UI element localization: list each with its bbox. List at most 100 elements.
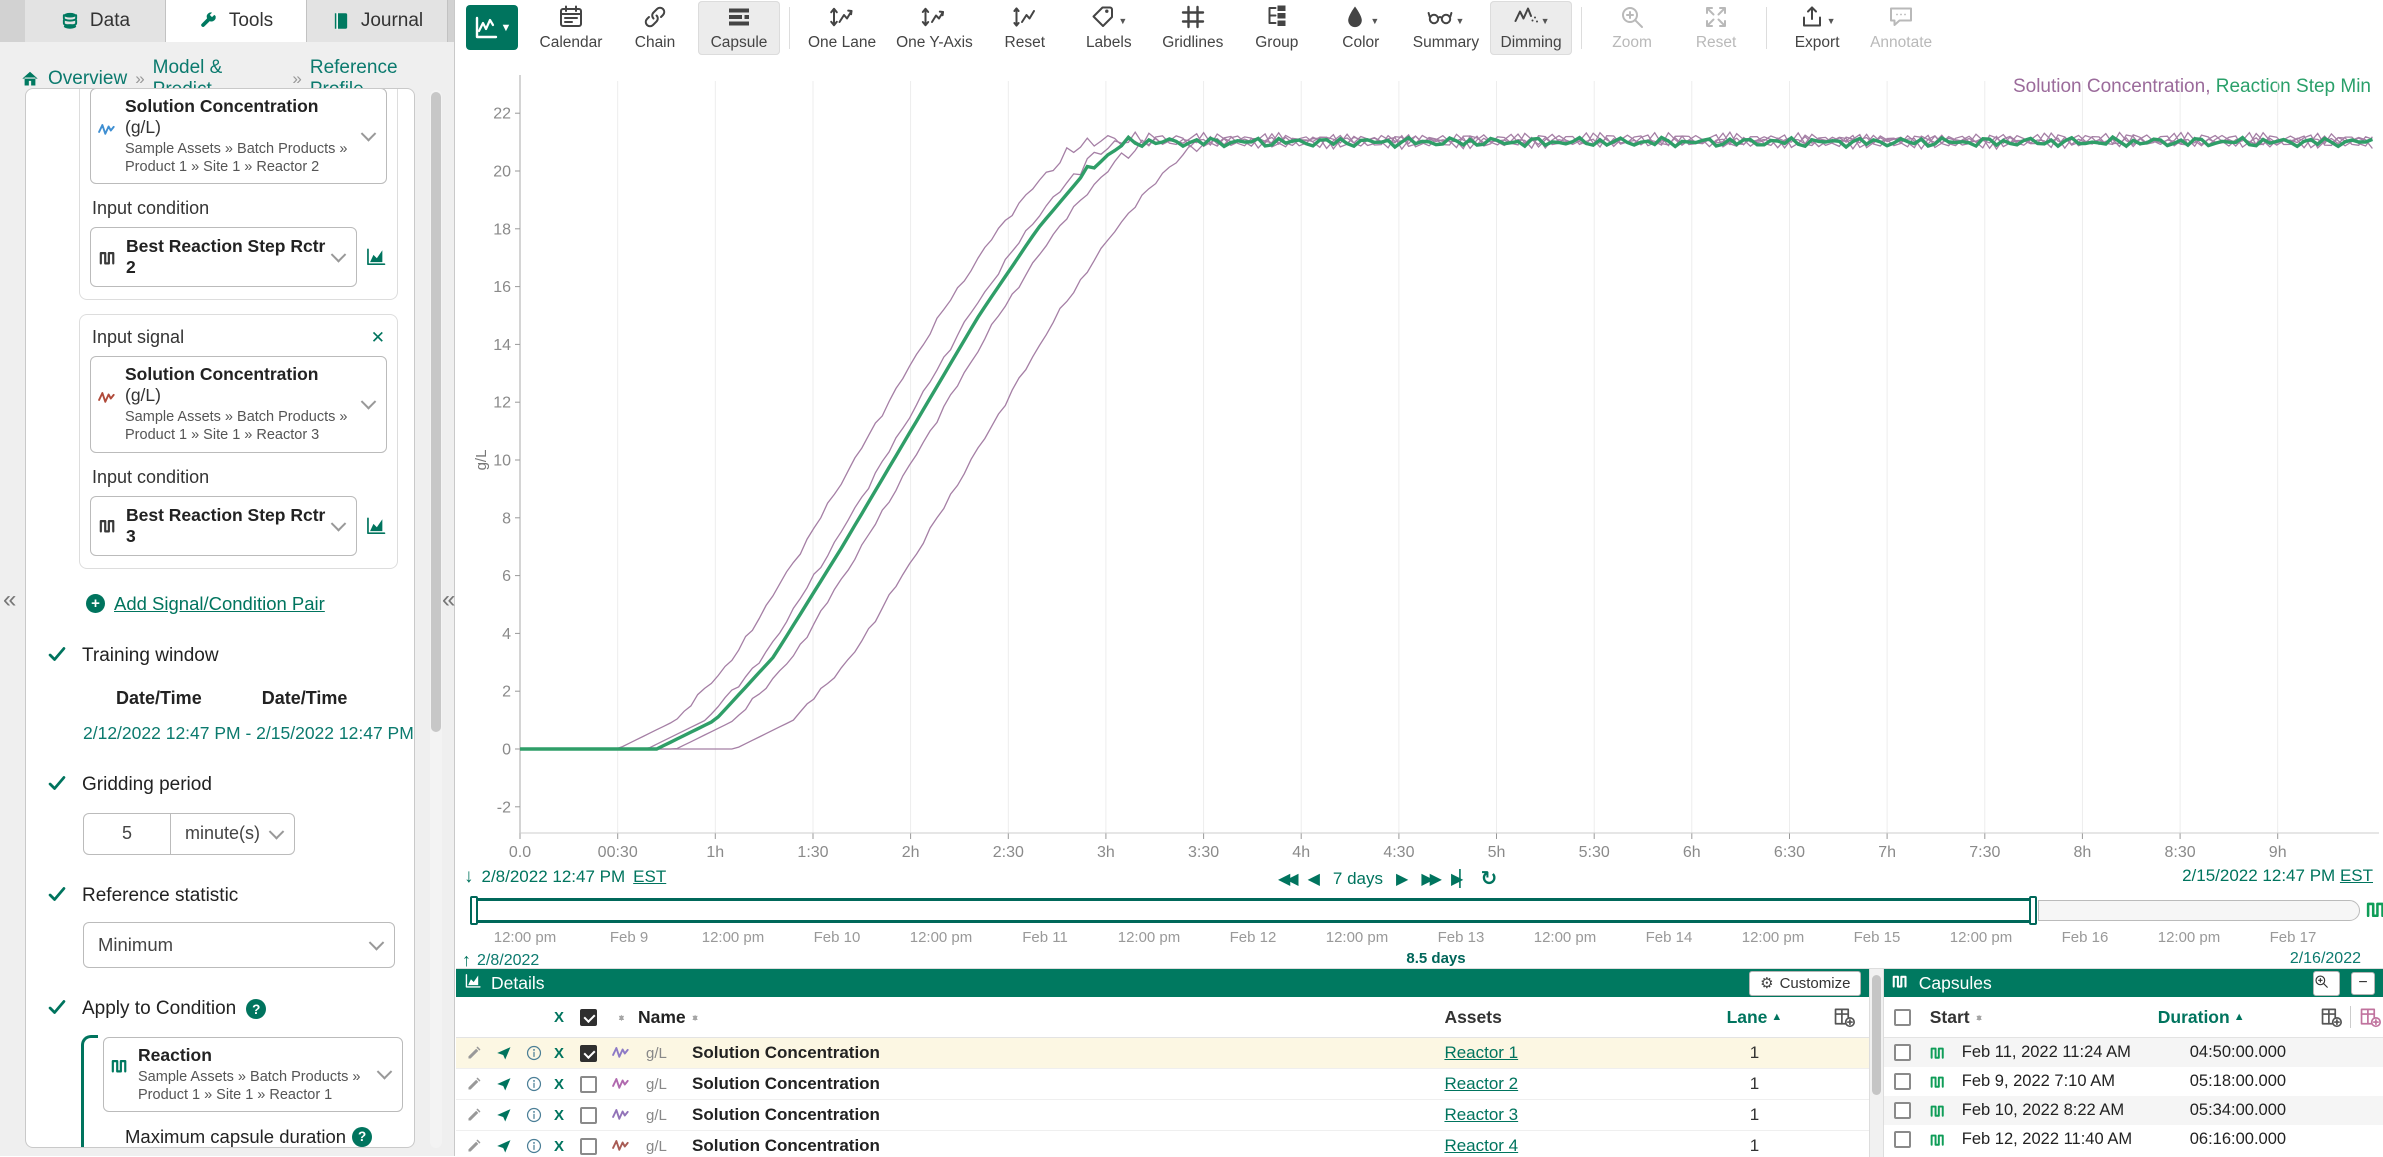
pin-signal-icon[interactable] <box>496 1107 512 1123</box>
trend-chart[interactable]: 0.000:301h1:302h2:303h3:304h4:305h5:306h… <box>456 55 2383 870</box>
gridding-period-value-input[interactable]: 5 <box>83 813 171 855</box>
view-condition-chart-button[interactable] <box>365 246 387 268</box>
timeline-remaining-range[interactable] <box>2038 900 2360 921</box>
toolbar-button-chain[interactable]: Chain <box>614 1 696 55</box>
edit-signal-icon[interactable] <box>466 1076 482 1092</box>
add-column-icon[interactable] <box>1809 1006 1869 1028</box>
add-signal-condition-pair[interactable]: + Add Signal/Condition Pair <box>86 593 414 615</box>
series-reactor-1[interactable] <box>520 132 2372 749</box>
details-table-row[interactable]: Xg/LSolution ConcentrationReactor 11 <box>456 1038 1869 1069</box>
assets-column-header[interactable]: Assets <box>1444 1007 1699 1028</box>
breadcrumb-item[interactable]: Overview <box>48 68 127 90</box>
timezone-label[interactable]: EST <box>2340 866 2373 885</box>
sort-icon[interactable]: ▲▼ <box>617 1017 626 1018</box>
add-signal-condition-pair-link[interactable]: Add Signal/Condition Pair <box>114 593 325 615</box>
signal-select-checkbox[interactable] <box>580 1107 597 1124</box>
asset-link[interactable]: Reactor 3 <box>1444 1105 1518 1125</box>
step-forward-fast-button[interactable]: ▶▶ <box>1421 869 1438 889</box>
input-signal-select-2[interactable]: Solution Concentration (g/L) Sample Asse… <box>90 356 387 452</box>
pin-signal-icon[interactable] <box>496 1138 512 1154</box>
series-reaction-step-min[interactable] <box>520 137 2372 749</box>
sidebar-scrollbar[interactable] <box>430 90 442 1148</box>
step-to-end-button[interactable]: ▶▏ <box>1451 869 1468 889</box>
remove-signal-icon[interactable]: X <box>554 1107 580 1124</box>
signal-name[interactable]: Solution Concentration <box>692 1105 1444 1125</box>
remove-signal-icon[interactable]: X <box>554 1045 580 1062</box>
input-condition-select-2[interactable]: Best Reaction Step Rctr 3 <box>90 496 357 556</box>
toolbar-button-trend-view[interactable]: ▼ <box>466 5 518 50</box>
edit-signal-icon[interactable] <box>466 1107 482 1123</box>
capsule-search-button[interactable] <box>2313 971 2340 996</box>
capsule-select-checkbox[interactable] <box>1894 1102 1911 1119</box>
collapse-left-panel-icon[interactable]: « <box>3 588 16 612</box>
pin-signal-icon[interactable] <box>496 1045 512 1061</box>
toolbar-button-calendar[interactable]: Calendar <box>530 1 612 55</box>
signal-select-checkbox[interactable] <box>580 1045 597 1062</box>
details-scrollbar[interactable] <box>1869 969 1883 1157</box>
tab-data[interactable]: Data <box>25 0 166 42</box>
trend-chart-svg[interactable]: 0.000:301h1:302h2:303h3:304h4:305h5:306h… <box>456 55 2383 870</box>
details-table-row[interactable]: Xg/LSolution ConcentrationReactor 41 <box>456 1131 1869 1157</box>
edit-signal-icon[interactable] <box>466 1138 482 1154</box>
select-all-checkbox[interactable] <box>580 1009 597 1026</box>
series-reactor-4[interactable] <box>520 133 2372 749</box>
capsule-select-checkbox[interactable] <box>1894 1131 1911 1148</box>
details-table-row[interactable]: Xg/LSolution ConcentrationReactor 21 <box>456 1069 1869 1100</box>
range-end-date[interactable]: 2/15/2022 12:47 PM <box>2182 866 2335 885</box>
remove-all-signals-button[interactable]: X <box>554 1009 580 1026</box>
capsule-table-row[interactable]: Feb 12, 2022 11:40 AM06:16:00.000 <box>1884 1125 2383 1154</box>
timezone-label[interactable]: EST <box>633 867 666 887</box>
step-back-fast-button[interactable]: ◀◀ <box>1278 869 1295 889</box>
view-condition-chart-button[interactable] <box>365 515 387 537</box>
asset-link[interactable]: Reactor 2 <box>1444 1074 1518 1094</box>
toolbar-button-dimming[interactable]: ▼Dimming <box>1490 1 1572 55</box>
toolbar-button-reset-lanes[interactable]: Reset <box>984 1 1066 55</box>
apply-condition-select[interactable]: Reaction Sample Assets » Batch Products … <box>103 1037 403 1112</box>
help-icon[interactable]: ? <box>352 1127 372 1147</box>
range-start-date[interactable]: 2/8/2022 12:47 PM <box>482 867 626 887</box>
name-column-header[interactable]: Name <box>638 1007 686 1028</box>
series-reactor-3[interactable] <box>520 133 2372 749</box>
edit-signal-icon[interactable] <box>466 1045 482 1061</box>
step-forward-button[interactable]: ▶ <box>1396 869 1408 889</box>
info-icon[interactable] <box>526 1138 542 1154</box>
tab-tools[interactable]: Tools <box>166 0 307 42</box>
training-window-range[interactable]: 2/12/2022 12:47 PM - 2/15/2022 12:47 PM <box>83 723 414 744</box>
timeline-end-date[interactable]: 2/16/2022 <box>2290 950 2361 968</box>
info-icon[interactable] <box>526 1045 542 1061</box>
help-icon[interactable]: ? <box>246 999 266 1019</box>
input-condition-select-1[interactable]: Best Reaction Step Rctr 2 <box>90 227 357 287</box>
asset-link[interactable]: Reactor 1 <box>1444 1043 1518 1063</box>
capsule-table-row[interactable]: Feb 11, 2022 11:24 AM04:50:00.000 <box>1884 1038 2383 1067</box>
capsule-select-checkbox[interactable] <box>1894 1044 1911 1061</box>
info-icon[interactable] <box>526 1107 542 1123</box>
range-duration-label[interactable]: 7 days <box>1333 869 1383 889</box>
remove-pair-icon[interactable]: ✕ <box>371 328 385 348</box>
signal-name[interactable]: Solution Concentration <box>692 1136 1444 1156</box>
capsule-table-row[interactable]: Feb 10, 2022 8:22 AM05:34:00.000 <box>1884 1096 2383 1125</box>
add-stat-column-icon[interactable] <box>2359 1006 2381 1028</box>
timeline-right-handle[interactable] <box>2029 896 2037 925</box>
toolbar-button-group[interactable]: Group <box>1236 1 1318 55</box>
customize-button[interactable]: ⚙ Customize <box>1749 971 1861 996</box>
input-signal-select-1[interactable]: Solution Concentration (g/L) Sample Asse… <box>90 88 387 184</box>
toolbar-button-one-y-axis[interactable]: One Y-Axis <box>887 1 982 55</box>
duration-column-header[interactable]: Duration <box>2158 1007 2230 1028</box>
signal-select-checkbox[interactable] <box>580 1076 597 1093</box>
collapse-sidebar-icon[interactable]: « <box>442 588 455 612</box>
toolbar-button-summary[interactable]: ▼Summary <box>1404 1 1488 55</box>
asset-link[interactable]: Reactor 4 <box>1444 1136 1518 1156</box>
collapse-capsules-button[interactable]: − <box>2351 972 2375 995</box>
info-icon[interactable] <box>526 1076 542 1092</box>
toolbar-button-one-lane[interactable]: One Lane <box>799 1 885 55</box>
toolbar-button-gridlines[interactable]: Gridlines <box>1152 1 1234 55</box>
timeline-left-handle[interactable] <box>470 896 478 925</box>
toolbar-button-capsule[interactable]: Capsule <box>698 1 780 55</box>
home-icon[interactable] <box>20 69 40 89</box>
capsule-select-checkbox[interactable] <box>1894 1073 1911 1090</box>
refresh-icon[interactable]: ↻ <box>1481 866 1498 891</box>
signal-select-checkbox[interactable] <box>580 1138 597 1155</box>
details-table-row[interactable]: Xg/LSolution ConcentrationReactor 31 <box>456 1100 1869 1131</box>
add-column-icon[interactable] <box>2320 1006 2342 1028</box>
timeline-start-date[interactable]: 2/8/2022 <box>477 952 539 970</box>
